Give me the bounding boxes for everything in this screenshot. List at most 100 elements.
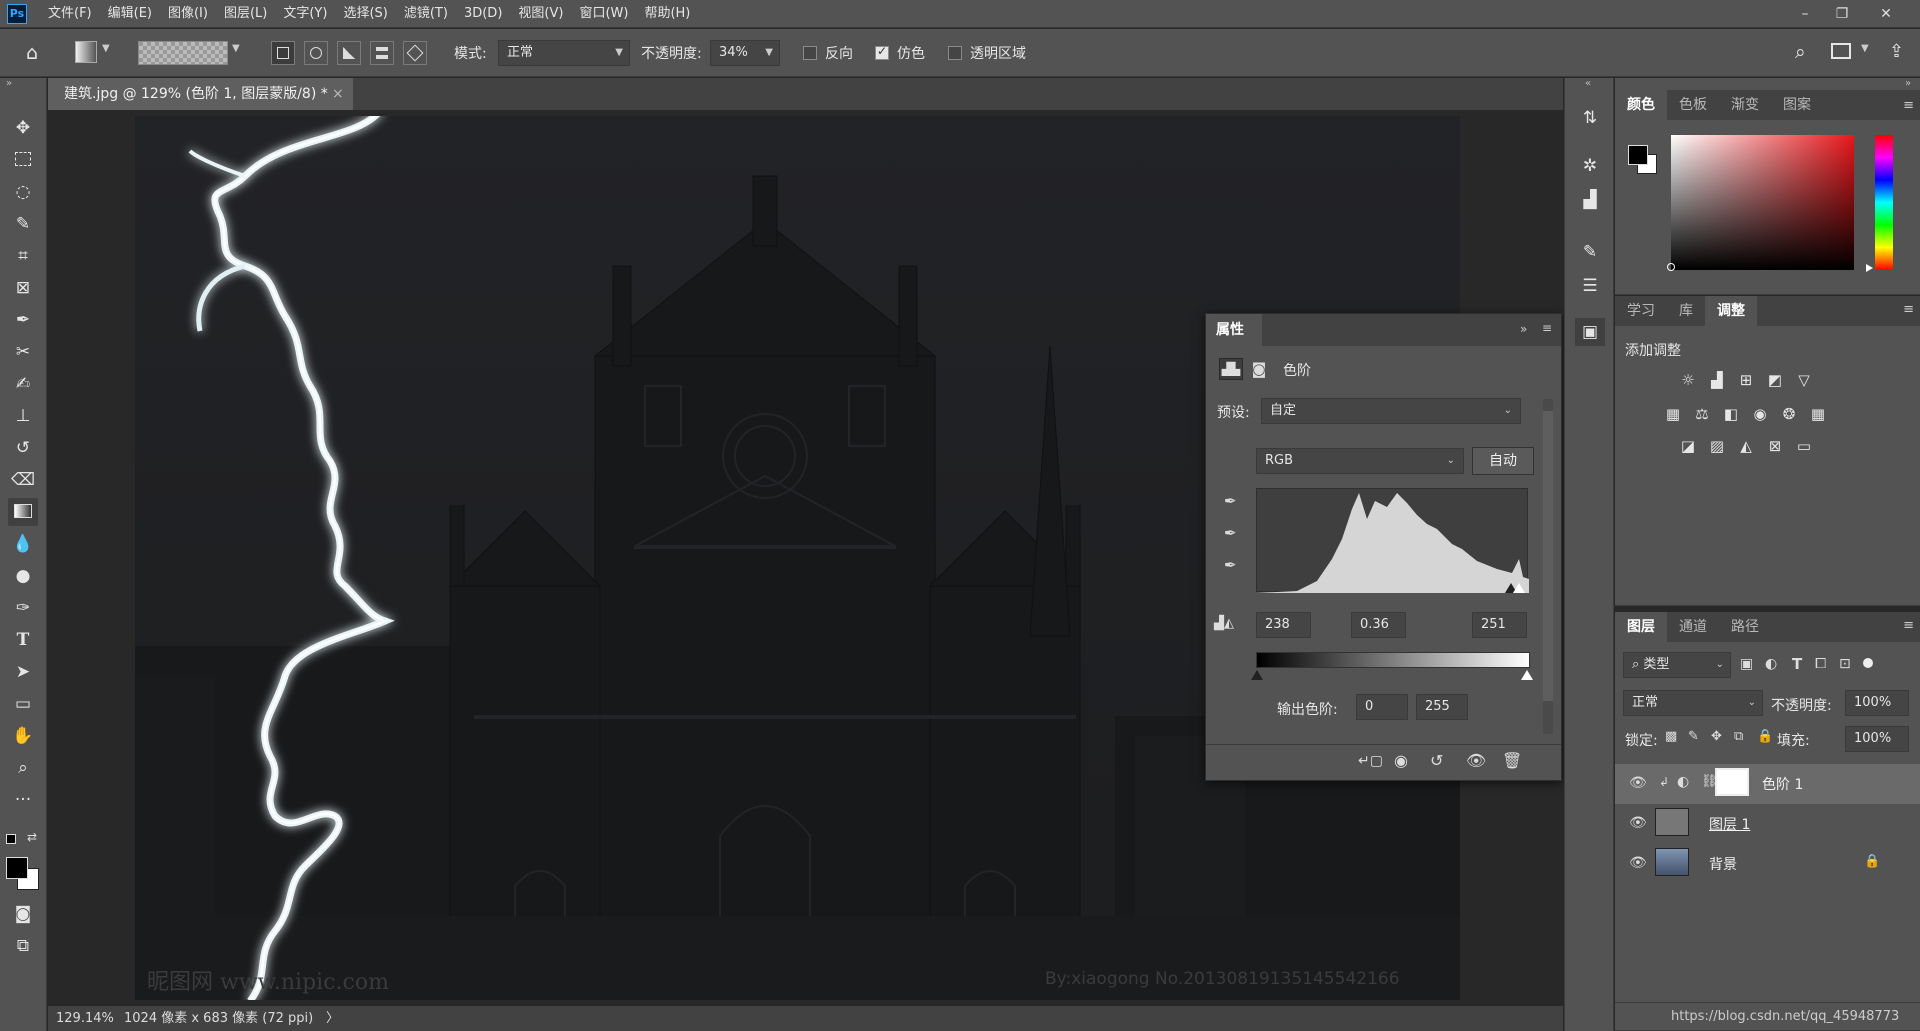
- curves-icon[interactable]: ⊞: [1735, 370, 1757, 390]
- gradient-picker[interactable]: [138, 41, 228, 65]
- eye-icon[interactable]: 👁: [1629, 855, 1647, 871]
- tab-paths[interactable]: 路径: [1719, 612, 1771, 642]
- chevron-down-icon[interactable]: ▼: [232, 43, 240, 54]
- lock-all-icon[interactable]: 🔒: [1757, 729, 1773, 744]
- view-previous-state-icon[interactable]: ◉: [1394, 751, 1408, 770]
- pen-tool-icon[interactable]: ✑: [8, 594, 38, 622]
- white-output-slider[interactable]: [1521, 670, 1533, 680]
- layer-name[interactable]: 色阶 1: [1762, 774, 1803, 794]
- linear-gradient-button[interactable]: [271, 41, 295, 65]
- workspace-icon[interactable]: [1831, 43, 1851, 59]
- threshold-icon[interactable]: ◭: [1735, 436, 1757, 456]
- output-black-field[interactable]: 0: [1356, 694, 1408, 720]
- screen-mode-icon[interactable]: ⧉: [8, 932, 38, 960]
- selective-color-icon[interactable]: ⊠: [1764, 436, 1786, 456]
- brush-tool-icon[interactable]: ✍: [8, 370, 38, 398]
- tab-layers[interactable]: 图层: [1615, 612, 1667, 642]
- tab-swatches[interactable]: 色板: [1667, 90, 1719, 120]
- default-colors-icon[interactable]: [6, 834, 16, 844]
- levels-icon[interactable]: ▟▙: [1219, 358, 1243, 380]
- lock-position-icon[interactable]: ✥: [1711, 729, 1722, 744]
- menu-filter[interactable]: 滤镜(T): [396, 0, 456, 28]
- transparency-checkbox[interactable]: [948, 46, 962, 60]
- channel-select[interactable]: RGB ⌄: [1256, 448, 1464, 474]
- layer-mask-thumbnail[interactable]: [1715, 768, 1749, 796]
- crop-tool-icon[interactable]: ⌗: [8, 242, 38, 270]
- hue-marker[interactable]: [1866, 264, 1873, 272]
- panel-menu-icon[interactable]: ≡: [1903, 98, 1914, 113]
- restore-button[interactable]: ❐: [1826, 0, 1858, 28]
- close-tab-icon[interactable]: ×: [332, 78, 344, 110]
- rectangle-tool-icon[interactable]: ▭: [8, 690, 38, 718]
- menu-file[interactable]: 文件(F): [40, 0, 100, 28]
- expand-icon[interactable]: »: [1520, 322, 1527, 336]
- more-tools-icon[interactable]: ···: [8, 786, 38, 814]
- lasso-tool-icon[interactable]: ◌: [8, 178, 38, 206]
- gradient-map-icon[interactable]: ▭: [1793, 436, 1815, 456]
- menu-3d[interactable]: 3D(D): [456, 0, 510, 28]
- eye-icon[interactable]: 👁: [1629, 775, 1647, 791]
- menu-help[interactable]: 帮助(H): [636, 0, 698, 28]
- menu-window[interactable]: 窗口(W): [571, 0, 636, 28]
- quick-mask-icon[interactable]: ◙: [8, 900, 38, 928]
- tab-patterns[interactable]: 图案: [1771, 90, 1823, 120]
- layer-row-levels[interactable]: 👁 ↲ ◐ ⛓ 色阶 1: [1615, 764, 1920, 804]
- angle-gradient-button[interactable]: [337, 41, 361, 65]
- fill-input[interactable]: 100%: [1845, 726, 1909, 752]
- gray-point-eyedropper-icon[interactable]: ✒: [1224, 524, 1237, 542]
- history-brush-tool-icon[interactable]: ↺: [8, 434, 38, 462]
- lock-image-icon[interactable]: ✎: [1688, 729, 1699, 744]
- reverse-checkbox[interactable]: [803, 46, 817, 60]
- layer-filter-select[interactable]: ⌕ 类型 ⌄: [1623, 652, 1731, 678]
- filter-type-icon[interactable]: T: [1792, 655, 1802, 673]
- invert-icon[interactable]: ◪: [1677, 436, 1699, 456]
- photo-filter-icon[interactable]: ◉: [1749, 404, 1771, 424]
- layer-opacity-input[interactable]: 100%: [1845, 690, 1909, 716]
- close-button[interactable]: ✕: [1870, 0, 1902, 28]
- hand-tool-icon[interactable]: ✋: [8, 722, 38, 750]
- clipping-icon[interactable]: ▟◭: [1214, 616, 1234, 631]
- eraser-tool-icon[interactable]: ⌫: [8, 466, 38, 494]
- blur-tool-icon[interactable]: 💧: [8, 530, 38, 558]
- status-arrow-icon[interactable]: 〉: [326, 1006, 339, 1031]
- swap-colors-icon[interactable]: ⇄: [27, 830, 37, 844]
- color-lookup-icon[interactable]: ▦: [1807, 404, 1829, 424]
- zoom-tool-icon[interactable]: ⌕: [8, 754, 38, 782]
- panel-menu-icon[interactable]: ≡: [1542, 321, 1552, 335]
- color-field[interactable]: [1667, 135, 1854, 271]
- search-icon[interactable]: ⌕: [1795, 41, 1806, 63]
- adjustments-panel-icon[interactable]: ☰: [1575, 272, 1605, 300]
- zoom-level[interactable]: 129.14%: [56, 1006, 114, 1031]
- white-input-slider[interactable]: [1513, 583, 1525, 593]
- tab-channels[interactable]: 通道: [1667, 612, 1719, 642]
- black-white-icon[interactable]: ◧: [1720, 404, 1742, 424]
- menu-image[interactable]: 图像(I): [160, 0, 216, 28]
- minimize-button[interactable]: –: [1789, 0, 1821, 28]
- black-point-eyedropper-icon[interactable]: ✒: [1224, 492, 1237, 510]
- filter-adjustment-icon[interactable]: ◐: [1765, 656, 1777, 672]
- input-black-field[interactable]: 238: [1256, 612, 1311, 638]
- gradient-tool-preset-icon[interactable]: [75, 41, 97, 63]
- chevron-down-icon[interactable]: ▼: [102, 43, 110, 54]
- marquee-tool-icon[interactable]: [8, 146, 38, 174]
- tab-properties[interactable]: 属性: [1206, 314, 1262, 346]
- lock-artboard-icon[interactable]: ⧉: [1734, 729, 1743, 744]
- path-selection-tool-icon[interactable]: ➤: [8, 658, 38, 686]
- dither-checkbox[interactable]: [875, 44, 889, 60]
- delete-icon[interactable]: 🗑: [1502, 751, 1522, 770]
- filter-smart-object-icon[interactable]: ⊡: [1839, 656, 1851, 672]
- color-picker-cursor[interactable]: [1667, 263, 1675, 271]
- eye-icon[interactable]: 👁: [1629, 815, 1647, 831]
- tab-gradients[interactable]: 渐变: [1719, 90, 1771, 120]
- quick-selection-tool-icon[interactable]: ✎: [8, 210, 38, 238]
- histogram-panel-icon[interactable]: ▟: [1575, 186, 1605, 214]
- tab-color[interactable]: 颜色: [1615, 90, 1667, 120]
- output-white-field[interactable]: 255: [1416, 694, 1468, 720]
- color-balance-icon[interactable]: ⚖: [1691, 404, 1713, 424]
- menu-view[interactable]: 视图(V): [510, 0, 571, 28]
- posterize-icon[interactable]: ▨: [1706, 436, 1728, 456]
- navigator-panel-icon[interactable]: ✲: [1575, 152, 1605, 180]
- menu-edit[interactable]: 编辑(E): [100, 0, 160, 28]
- vibrance-icon[interactable]: ▽: [1793, 370, 1815, 390]
- healing-brush-tool-icon[interactable]: ✂: [8, 338, 38, 366]
